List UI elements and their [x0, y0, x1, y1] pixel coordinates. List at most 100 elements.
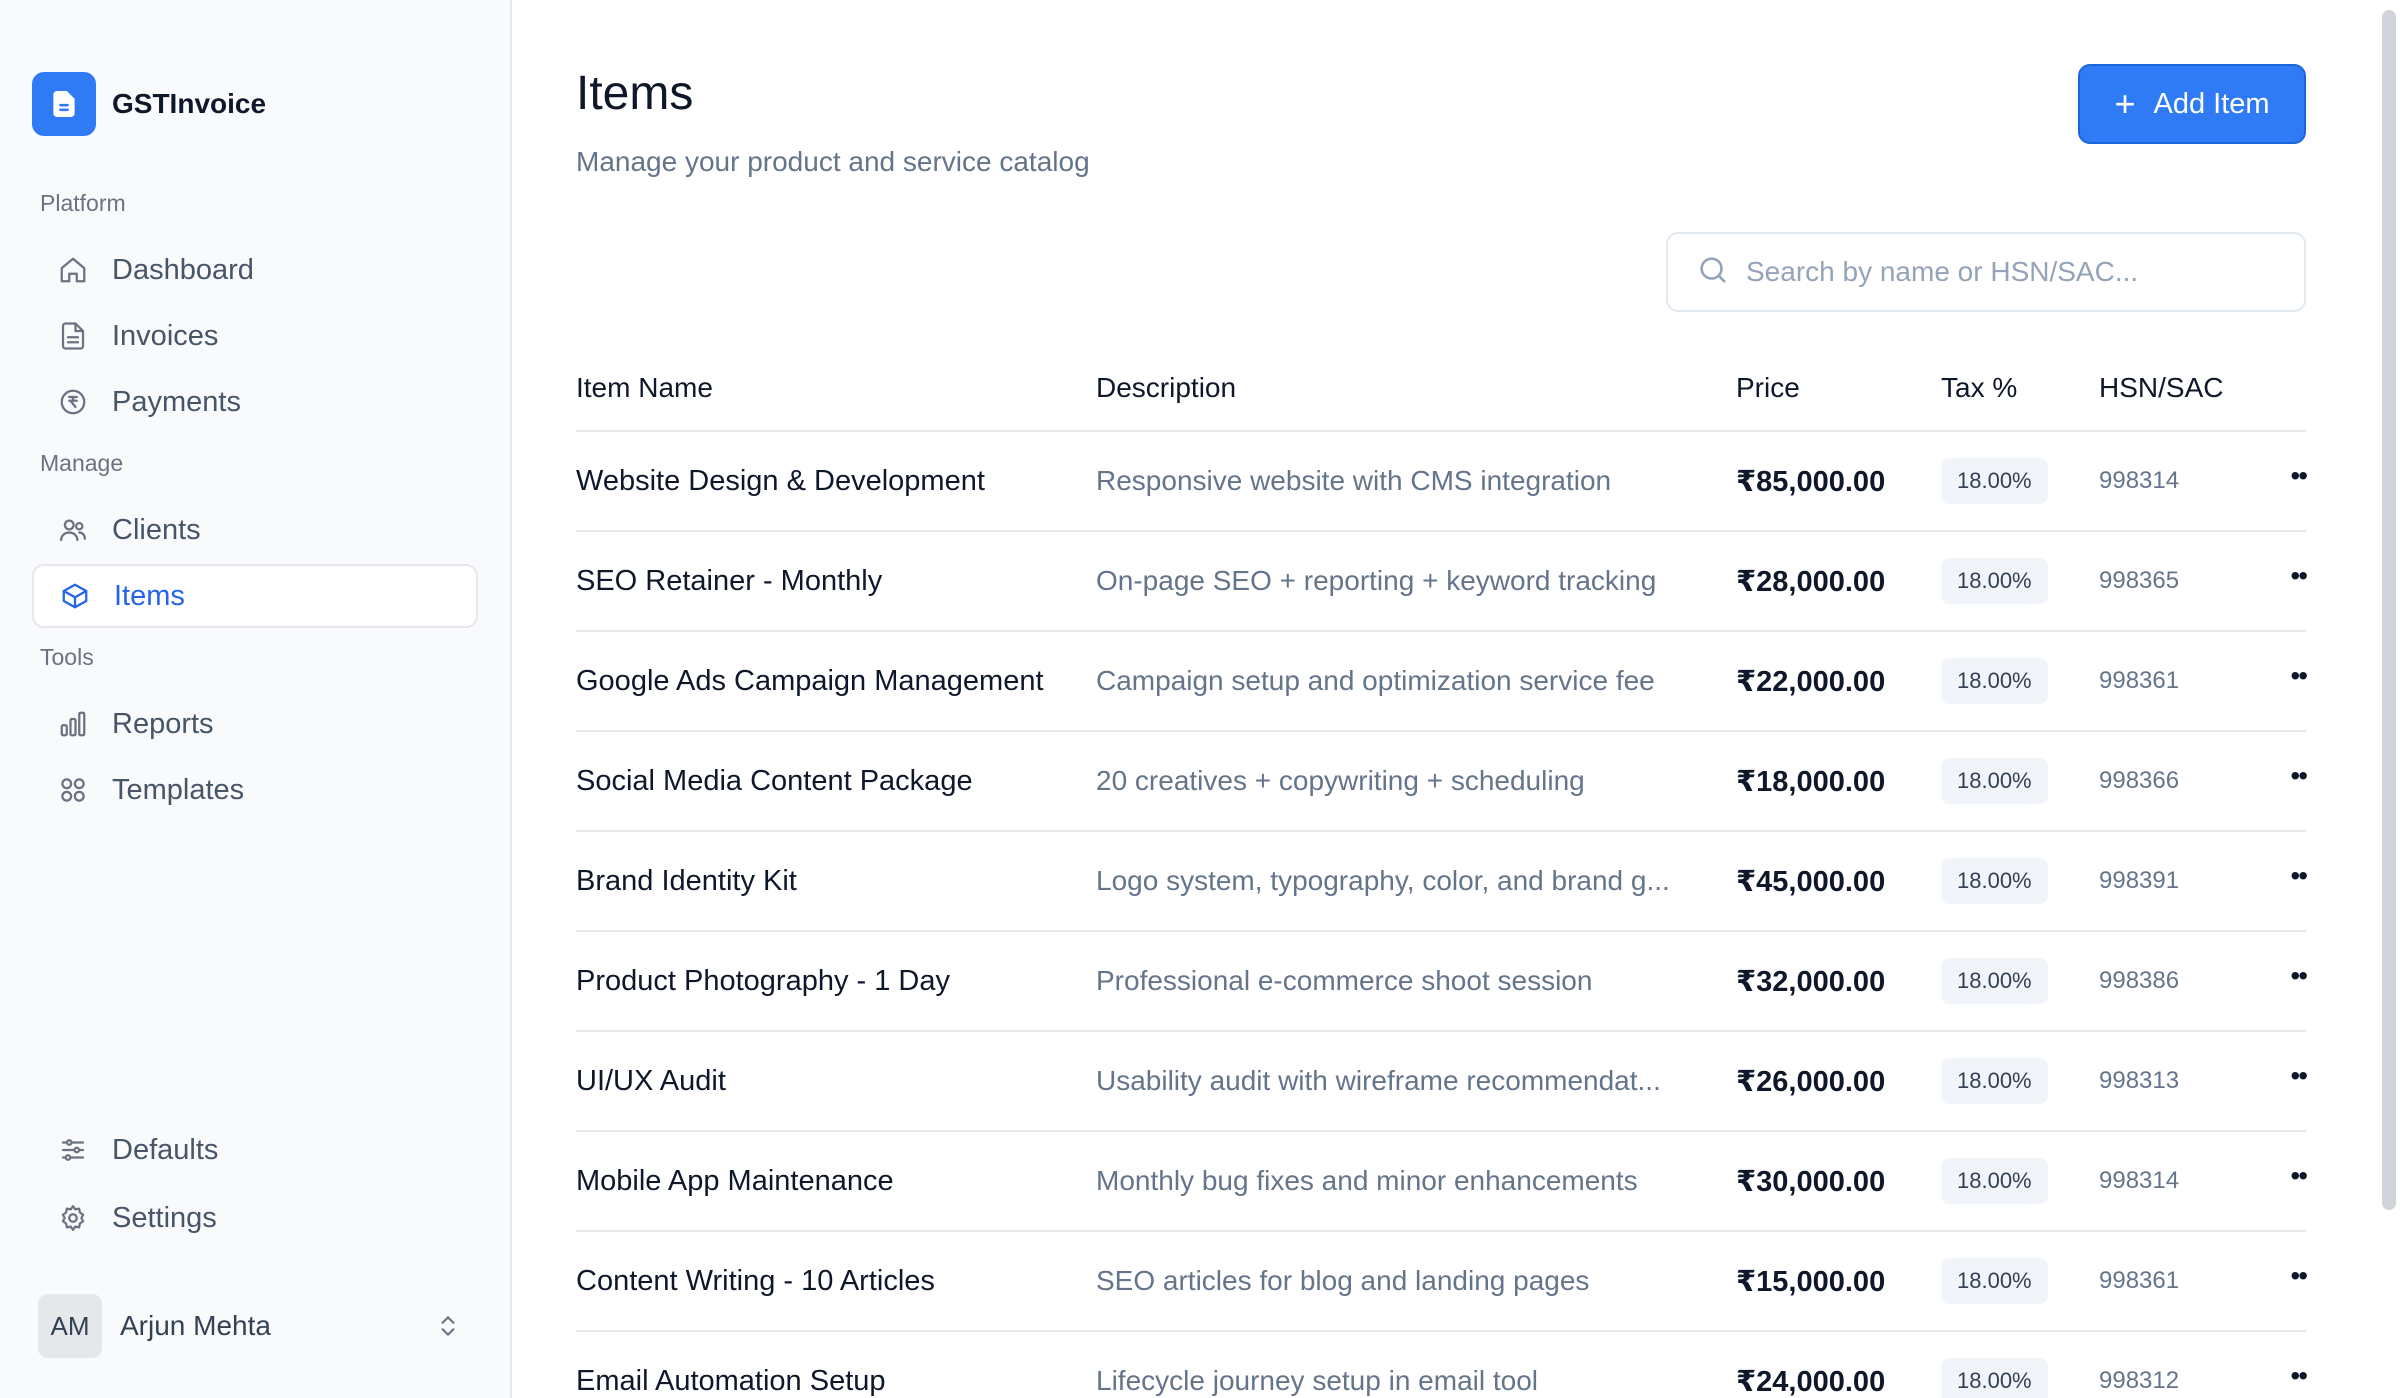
sidebar-item-clients[interactable]: Clients	[32, 498, 478, 562]
item-price: ₹30,000.00	[1736, 1165, 1886, 1198]
sidebar-item-label: Templates	[112, 773, 245, 806]
column-header-tax[interactable]: Tax %	[1941, 372, 2099, 404]
table-row[interactable]: UI/UX Audit Usability audit with wirefram…	[576, 1032, 2308, 1132]
item-hsn: 998312	[2099, 1367, 2180, 1394]
chevron-up-down-icon[interactable]	[428, 1306, 468, 1346]
scrollbar[interactable]	[2382, 10, 2396, 1210]
tax-cell: 18.00%	[1941, 958, 2099, 1004]
sliders-icon	[56, 1133, 90, 1167]
table-row[interactable]: Brand Identity Kit Logo system, typograph…	[576, 832, 2308, 932]
users-icon	[56, 513, 90, 547]
rupee-circle-icon	[56, 385, 90, 419]
user-menu[interactable]: AM Arjun Mehta	[38, 1294, 468, 1358]
item-name: Website Design & Development	[576, 464, 985, 497]
file-icon	[56, 319, 90, 353]
item-hsn: 998391	[2099, 867, 2180, 894]
more-options-icon[interactable]: ••	[2290, 662, 2308, 690]
tax-badge: 18.00%	[1941, 1258, 2048, 1304]
add-item-button[interactable]: + Add Item	[2078, 64, 2306, 144]
tax-badge: 18.00%	[1941, 558, 2048, 604]
item-price: ₹24,000.00	[1736, 1365, 1886, 1398]
sidebar-item-defaults[interactable]: Defaults	[32, 1118, 478, 1182]
more-options-icon[interactable]: ••	[2290, 562, 2308, 590]
more-options-icon[interactable]: ••	[2290, 462, 2308, 490]
add-item-label: Add Item	[2153, 87, 2270, 120]
column-header-item-name[interactable]: Item Name	[576, 372, 1096, 404]
item-hsn: 998313	[2099, 1067, 2180, 1094]
sidebar-item-dashboard[interactable]: Dashboard	[32, 238, 478, 302]
tax-cell: 18.00%	[1941, 1158, 2099, 1204]
tax-cell: 18.00%	[1941, 1358, 2099, 1398]
row-actions: ••	[2269, 1162, 2308, 1190]
table-row[interactable]: Product Photography - 1 Day Professional …	[576, 932, 2308, 1032]
table-row[interactable]: Mobile App Maintenance Monthly bug fixes …	[576, 1132, 2308, 1232]
table-row[interactable]: Google Ads Campaign Management Campaign s…	[576, 632, 2308, 732]
item-price: ₹26,000.00	[1736, 1065, 1886, 1098]
brand[interactable]: GSTInvoice	[32, 72, 266, 136]
sidebar-item-label: Clients	[112, 513, 201, 546]
more-options-icon[interactable]: ••	[2290, 962, 2308, 990]
row-actions: ••	[2269, 862, 2308, 890]
item-description: Logo system, typography, color, and bran…	[1096, 865, 1670, 896]
row-actions: ••	[2269, 662, 2308, 690]
item-name: Brand Identity Kit	[576, 864, 797, 897]
item-price: ₹28,000.00	[1736, 565, 1886, 598]
table-row[interactable]: Website Design & Development Responsive w…	[576, 432, 2308, 532]
tax-badge: 18.00%	[1941, 458, 2048, 504]
tax-cell: 18.00%	[1941, 858, 2099, 904]
brand-name: GSTInvoice	[112, 88, 267, 119]
item-hsn: 998365	[2099, 567, 2180, 594]
section-label-manage: Manage	[40, 450, 124, 476]
more-options-icon[interactable]: ••	[2290, 862, 2308, 890]
item-price: ₹18,000.00	[1736, 765, 1886, 798]
item-description: Campaign setup and optimization service …	[1096, 665, 1655, 696]
tax-cell: 18.00%	[1941, 1258, 2099, 1304]
main-content: Items Manage your product and service ca…	[512, 0, 2400, 1398]
tax-badge: 18.00%	[1941, 858, 2048, 904]
more-options-icon[interactable]: ••	[2290, 762, 2308, 790]
more-options-icon[interactable]: ••	[2290, 1262, 2308, 1290]
sidebar-item-items[interactable]: Items	[32, 564, 478, 628]
search-input[interactable]	[1746, 256, 2286, 288]
item-hsn: 998386	[2099, 967, 2180, 994]
tax-cell: 18.00%	[1941, 458, 2099, 504]
gear-icon	[56, 1201, 90, 1235]
more-options-icon[interactable]: ••	[2290, 1162, 2308, 1190]
row-actions: ••	[2269, 562, 2308, 590]
item-description: Monthly bug fixes and minor enhancements	[1096, 1165, 1638, 1196]
item-name: Social Media Content Package	[576, 764, 973, 797]
sidebar-item-reports[interactable]: Reports	[32, 692, 478, 756]
tax-cell: 18.00%	[1941, 558, 2099, 604]
item-description: Lifecycle journey setup in email tool	[1096, 1365, 1539, 1396]
tax-badge: 18.00%	[1941, 658, 2048, 704]
sidebar-item-invoices[interactable]: Invoices	[32, 304, 478, 368]
sidebar-item-settings[interactable]: Settings	[32, 1186, 478, 1250]
column-header-description[interactable]: Description	[1096, 372, 1736, 404]
item-price: ₹22,000.00	[1736, 665, 1886, 698]
search-box[interactable]	[1666, 232, 2306, 312]
item-hsn: 998366	[2099, 767, 2180, 794]
item-description: Professional e-commerce shoot session	[1096, 965, 1593, 996]
column-header-price[interactable]: Price	[1736, 372, 1941, 404]
tax-badge: 18.00%	[1941, 1058, 2048, 1104]
more-options-icon[interactable]: ••	[2290, 1362, 2308, 1390]
item-hsn: 998314	[2099, 1167, 2180, 1194]
row-actions: ••	[2269, 962, 2308, 990]
column-header-hsn-sac[interactable]: HSN/SAC	[2099, 372, 2269, 404]
table-row[interactable]: Content Writing - 10 Articles SEO article…	[576, 1232, 2308, 1332]
tax-badge: 18.00%	[1941, 758, 2048, 804]
item-price: ₹85,000.00	[1736, 465, 1886, 498]
sidebar-item-templates[interactable]: Templates	[32, 758, 478, 822]
more-options-icon[interactable]: ••	[2290, 1062, 2308, 1090]
sidebar-item-payments[interactable]: Payments	[32, 370, 478, 434]
item-hsn: 998314	[2099, 467, 2180, 494]
table-row[interactable]: Email Automation Setup Lifecycle journey …	[576, 1332, 2308, 1398]
table-row[interactable]: SEO Retainer - Monthly On-page SEO + repo…	[576, 532, 2308, 632]
plus-icon: +	[2114, 83, 2136, 124]
item-name: UI/UX Audit	[576, 1064, 726, 1097]
sidebar-item-label: Defaults	[112, 1133, 219, 1166]
tax-badge: 18.00%	[1941, 1358, 2048, 1398]
table-row[interactable]: Social Media Content Package 20 creatives…	[576, 732, 2308, 832]
section-label-platform: Platform	[40, 190, 126, 216]
item-name: Product Photography - 1 Day	[576, 964, 950, 997]
